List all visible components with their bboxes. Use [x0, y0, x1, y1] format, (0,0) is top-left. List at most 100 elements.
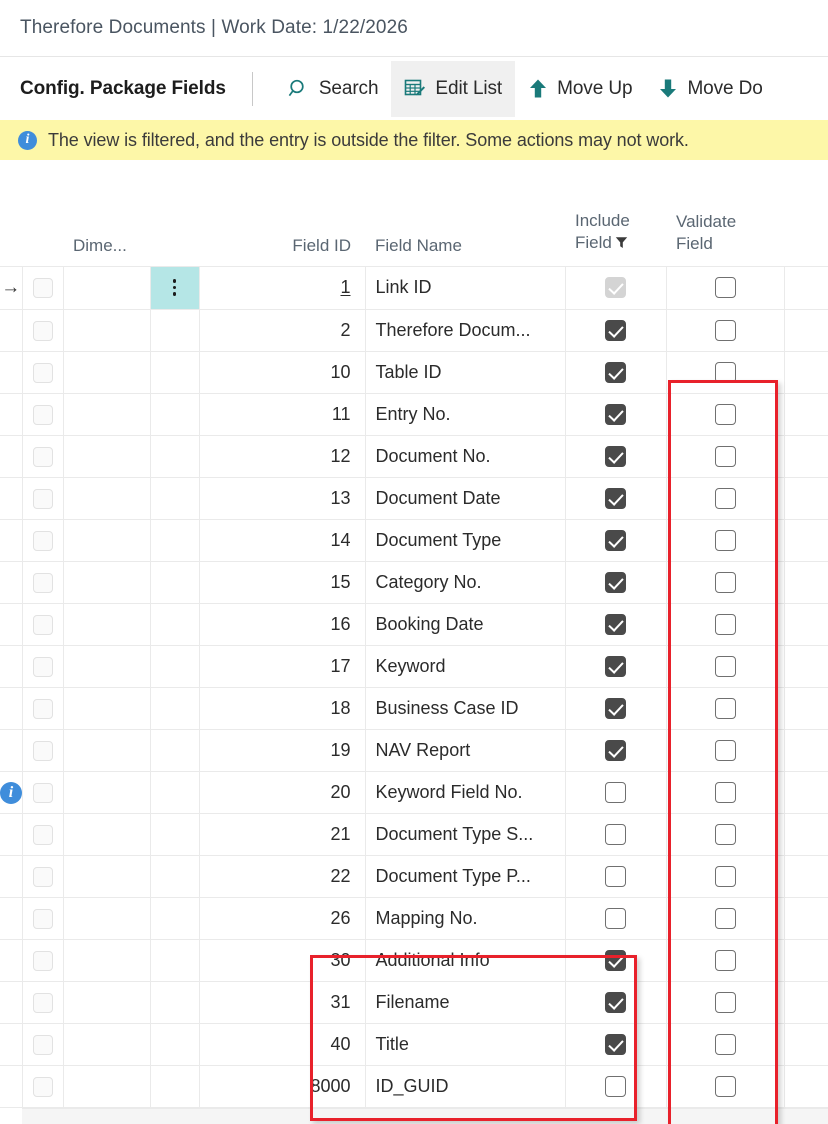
- row-field-id-cell[interactable]: 14: [199, 519, 365, 561]
- row-field-name-cell[interactable]: Entry No.: [365, 393, 565, 435]
- include-field-checkbox[interactable]: [605, 614, 626, 635]
- filter-icon[interactable]: [615, 233, 628, 255]
- include-field-checkbox[interactable]: [605, 824, 626, 845]
- row-field-name-cell[interactable]: Booking Date: [365, 603, 565, 645]
- row-select-checkbox[interactable]: [33, 321, 53, 341]
- row-dimension-cell[interactable]: [63, 981, 150, 1023]
- row-dimension-cell[interactable]: [63, 771, 150, 813]
- include-field-checkbox[interactable]: [605, 572, 626, 593]
- row-select-checkbox[interactable]: [33, 951, 53, 971]
- validate-field-checkbox[interactable]: [715, 277, 736, 298]
- row-validate-field-cell[interactable]: [666, 687, 784, 729]
- row-select-cell[interactable]: [22, 855, 63, 897]
- row-validate-field-cell[interactable]: [666, 1065, 784, 1107]
- row-field-name-cell[interactable]: Keyword: [365, 645, 565, 687]
- row-dimension-cell[interactable]: [63, 729, 150, 771]
- table-row[interactable]: i20Keyword Field No.: [0, 771, 828, 813]
- row-field-name-cell[interactable]: Business Case ID: [365, 687, 565, 729]
- row-menu-cell[interactable]: [150, 603, 199, 645]
- header-field-id[interactable]: Field ID: [199, 184, 365, 266]
- row-field-name-cell[interactable]: ID_GUID: [365, 1065, 565, 1107]
- row-field-id-cell[interactable]: 22: [199, 855, 365, 897]
- row-select-checkbox[interactable]: [33, 278, 53, 298]
- row-dimension-cell[interactable]: [63, 1065, 150, 1107]
- include-field-checkbox[interactable]: [605, 404, 626, 425]
- table-row[interactable]: →1Link ID: [0, 266, 828, 309]
- row-field-id-cell[interactable]: 21: [199, 813, 365, 855]
- include-field-checkbox[interactable]: [605, 698, 626, 719]
- row-validate-field-cell[interactable]: [666, 351, 784, 393]
- row-include-field-cell[interactable]: [565, 309, 666, 351]
- row-select-checkbox[interactable]: [33, 1077, 53, 1097]
- row-dimension-cell[interactable]: [63, 561, 150, 603]
- row-dimension-cell[interactable]: [63, 477, 150, 519]
- search-button[interactable]: Search: [275, 61, 392, 117]
- row-field-id-cell[interactable]: 1: [199, 266, 365, 309]
- row-select-checkbox[interactable]: [33, 825, 53, 845]
- row-select-cell[interactable]: [22, 309, 63, 351]
- table-row[interactable]: 8000ID_GUID: [0, 1065, 828, 1107]
- row-field-id-cell[interactable]: 11: [199, 393, 365, 435]
- row-select-checkbox[interactable]: [33, 909, 53, 929]
- row-field-id-cell[interactable]: 2: [199, 309, 365, 351]
- header-validate-field[interactable]: Validate Field: [666, 184, 784, 266]
- row-field-id-cell[interactable]: 15: [199, 561, 365, 603]
- validate-field-checkbox[interactable]: [715, 446, 736, 467]
- row-menu-cell[interactable]: [150, 729, 199, 771]
- table-row[interactable]: 19NAV Report: [0, 729, 828, 771]
- row-select-checkbox[interactable]: [33, 741, 53, 761]
- row-select-cell[interactable]: [22, 519, 63, 561]
- row-validate-field-cell[interactable]: [666, 393, 784, 435]
- row-select-cell[interactable]: [22, 351, 63, 393]
- validate-field-checkbox[interactable]: [715, 950, 736, 971]
- row-validate-field-cell[interactable]: [666, 729, 784, 771]
- row-include-field-cell[interactable]: [565, 645, 666, 687]
- row-include-field-cell[interactable]: [565, 1023, 666, 1065]
- row-select-checkbox[interactable]: [33, 867, 53, 887]
- row-include-field-cell[interactable]: [565, 393, 666, 435]
- edit-list-button[interactable]: Edit List: [391, 61, 515, 117]
- row-include-field-cell[interactable]: [565, 897, 666, 939]
- row-include-field-cell[interactable]: [565, 603, 666, 645]
- validate-field-checkbox[interactable]: [715, 824, 736, 845]
- row-menu-cell[interactable]: [150, 645, 199, 687]
- row-select-checkbox[interactable]: [33, 447, 53, 467]
- row-validate-field-cell[interactable]: [666, 771, 784, 813]
- row-select-cell[interactable]: [22, 1023, 63, 1065]
- row-dimension-cell[interactable]: [63, 519, 150, 561]
- include-field-checkbox[interactable]: [605, 908, 626, 929]
- row-menu-button[interactable]: [151, 267, 199, 309]
- row-select-checkbox[interactable]: [33, 993, 53, 1013]
- table-row[interactable]: 15Category No.: [0, 561, 828, 603]
- row-select-cell[interactable]: [22, 477, 63, 519]
- validate-field-checkbox[interactable]: [715, 530, 736, 551]
- include-field-checkbox[interactable]: [605, 320, 626, 341]
- validate-field-checkbox[interactable]: [715, 320, 736, 341]
- row-include-field-cell[interactable]: [565, 266, 666, 309]
- row-field-name-cell[interactable]: Document No.: [365, 435, 565, 477]
- row-menu-cell[interactable]: [150, 266, 199, 309]
- table-row[interactable]: 26Mapping No.: [0, 897, 828, 939]
- row-menu-cell[interactable]: [150, 519, 199, 561]
- row-validate-field-cell[interactable]: [666, 309, 784, 351]
- row-menu-cell[interactable]: [150, 1023, 199, 1065]
- row-select-cell[interactable]: [22, 645, 63, 687]
- row-menu-cell[interactable]: [150, 687, 199, 729]
- row-field-id-cell[interactable]: 20: [199, 771, 365, 813]
- validate-field-checkbox[interactable]: [715, 614, 736, 635]
- row-select-cell[interactable]: [22, 603, 63, 645]
- row-field-id-cell[interactable]: 12: [199, 435, 365, 477]
- row-menu-cell[interactable]: [150, 561, 199, 603]
- table-row[interactable]: 31Filename: [0, 981, 828, 1023]
- table-row[interactable]: 21Document Type S...: [0, 813, 828, 855]
- row-select-cell[interactable]: [22, 771, 63, 813]
- table-row[interactable]: 2Therefore Docum...: [0, 309, 828, 351]
- row-select-checkbox[interactable]: [33, 531, 53, 551]
- row-select-cell[interactable]: [22, 687, 63, 729]
- validate-field-checkbox[interactable]: [715, 488, 736, 509]
- row-validate-field-cell[interactable]: [666, 1023, 784, 1065]
- row-dimension-cell[interactable]: [63, 897, 150, 939]
- row-field-id-cell[interactable]: 19: [199, 729, 365, 771]
- table-row[interactable]: 17Keyword: [0, 645, 828, 687]
- move-up-button[interactable]: Move Up: [515, 61, 645, 117]
